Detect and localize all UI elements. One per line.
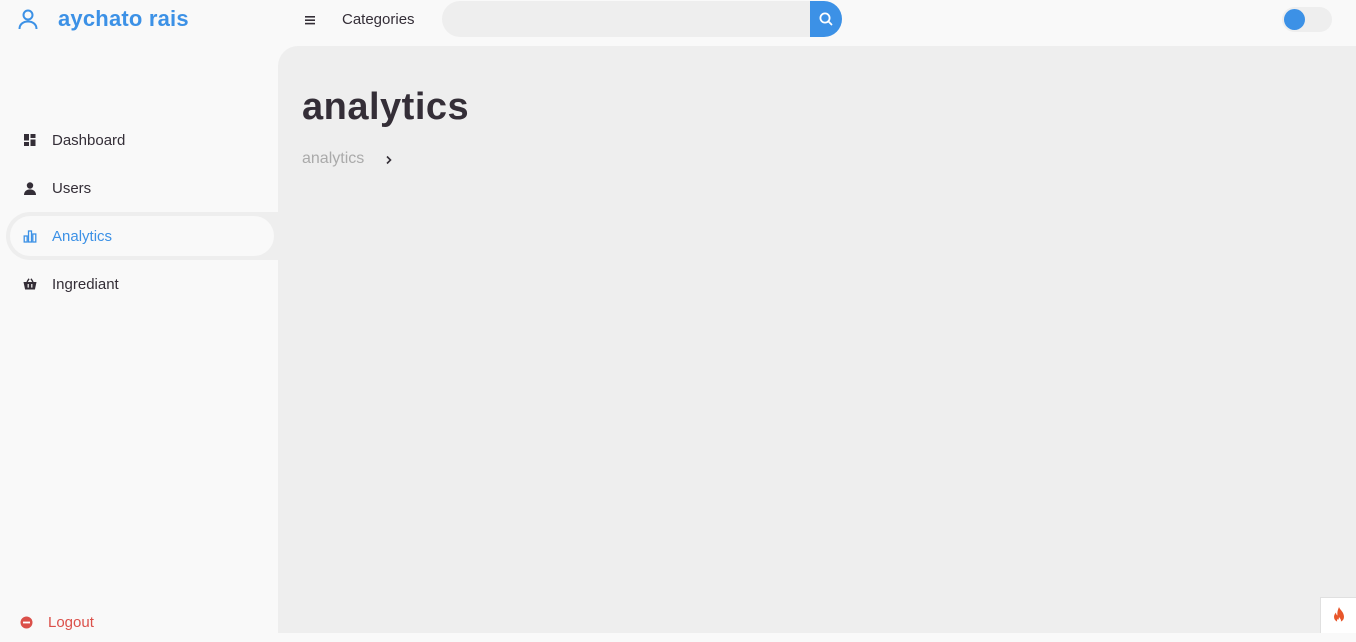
breadcrumb-link[interactable]: analytics [302, 150, 364, 168]
user-icon [22, 180, 38, 196]
flame-badge[interactable] [1320, 597, 1356, 633]
sidebar-item-label: Ingrediant [52, 275, 119, 293]
menu-icon [305, 16, 315, 25]
menu-button[interactable] [302, 11, 318, 29]
sidebar-item-dashboard: Dashboard [6, 116, 278, 164]
toggle-knob [1284, 9, 1305, 30]
brand[interactable]: aychato rais [16, 6, 189, 32]
sidebar-item-label: Dashboard [52, 131, 126, 149]
sidebar-item-label: Users [52, 179, 92, 197]
user-icon [16, 7, 40, 31]
search-form [442, 1, 842, 37]
flame-icon [1333, 606, 1344, 623]
sidebar-menu: Dashboard Users Analytics Ingrediant [0, 116, 278, 308]
page-title: analytics [302, 86, 470, 128]
categories-link[interactable]: Categories [342, 11, 415, 28]
sidebar-item-label: Analytics [52, 227, 113, 245]
search-icon [819, 12, 833, 26]
search-input[interactable] [442, 1, 810, 37]
logout-label: Logout [48, 613, 94, 631]
sidebar-item-users: Users [6, 164, 278, 212]
logout-link[interactable]: Logout [6, 602, 94, 642]
sidebar-item-analytics: Analytics [6, 212, 278, 260]
search-button[interactable] [810, 1, 842, 37]
bar-chart-icon [22, 228, 38, 244]
sidebar: Dashboard Users Analytics Ingrediant Log… [0, 46, 278, 633]
main-content: analytics analytics [278, 46, 1356, 633]
sidebar-link-analytics[interactable]: Analytics [10, 216, 274, 256]
theme-toggle[interactable] [1282, 7, 1332, 32]
logout-icon [18, 614, 34, 630]
dashboard-icon [22, 132, 38, 148]
sidebar-link-users[interactable]: Users [10, 168, 274, 208]
breadcrumb: analytics [302, 150, 394, 168]
chevron-right-icon [384, 153, 394, 165]
brand-name: aychato rais [58, 6, 189, 31]
sidebar-link-dashboard[interactable]: Dashboard [10, 120, 274, 160]
sidebar-link-ingrediant[interactable]: Ingrediant [10, 264, 274, 304]
basket-icon [22, 276, 38, 292]
sidebar-item-ingrediant: Ingrediant [6, 260, 278, 308]
top-navbar: aychato rais Categories [0, 0, 1356, 46]
